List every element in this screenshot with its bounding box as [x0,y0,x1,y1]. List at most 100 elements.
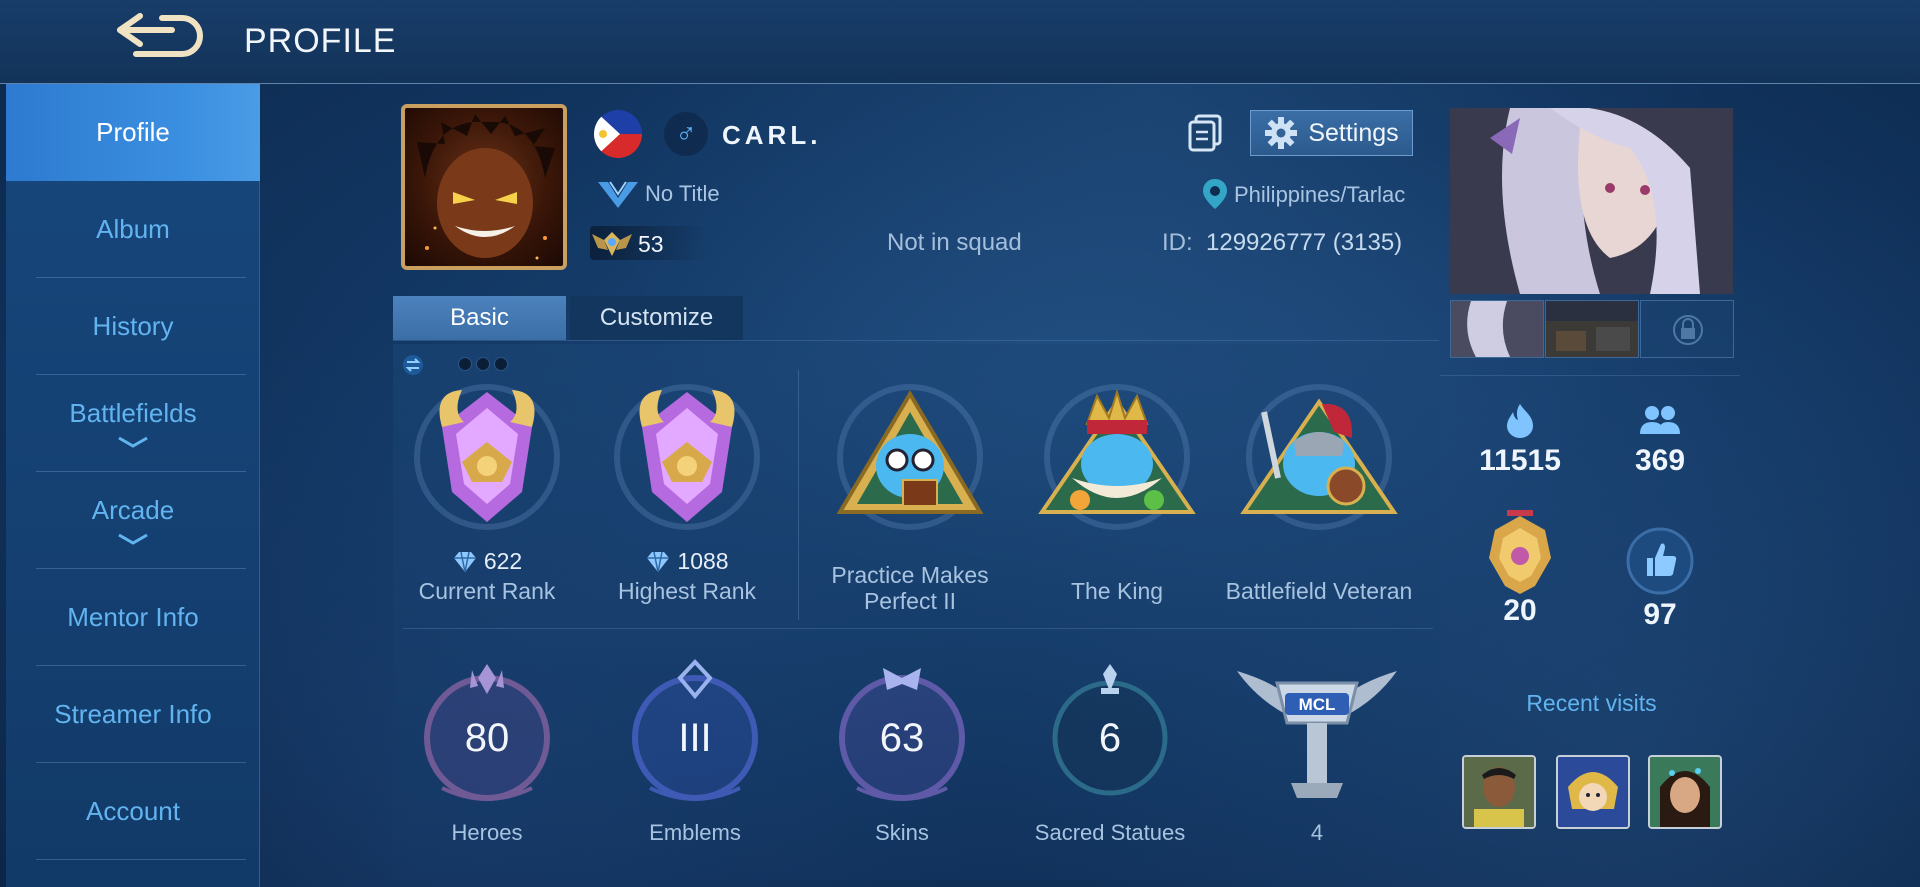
mythic-rank-badge-icon [414,384,560,530]
visitor-photo-image [1650,757,1720,827]
cover-art-image [1450,108,1733,294]
squad-status: Not in squad [887,229,1022,256]
player-id: 129926777 (3135) [1206,229,1403,256]
skins-stat[interactable]: 63 Skins [817,658,987,858]
diamond-icon [453,551,476,572]
player-title: No Title [645,181,720,206]
friends-icon [1640,406,1680,434]
likes-value: 97 [1643,598,1677,631]
current-rank-label: Current Rank [418,578,556,604]
sidebar: Profile Album History Battlefields Arcad… [6,84,260,887]
sidebar-item-label: Account [86,796,180,826]
title-icon [598,181,638,208]
location-pin-icon [1203,179,1227,209]
popularity-stat[interactable]: 11515 [1460,402,1580,478]
scholar-achievement-icon [836,384,984,530]
sidebar-item-label: Streamer Info [54,699,212,729]
divider [36,859,246,860]
sidebar-item-streamer-info[interactable]: Streamer Info [6,666,260,763]
gear-icon [1265,117,1298,149]
profile-cover-image[interactable] [1450,108,1733,294]
sidebar-item-label: Profile [96,117,170,147]
copy-icon [1188,114,1222,152]
header-bar: PROFILE [0,0,1920,84]
settings-button[interactable]: Settings [1250,110,1413,156]
visitor-avatar[interactable] [1556,755,1630,829]
likes-stat[interactable]: 97 [1600,526,1720,632]
sacred-statues-stat[interactable]: 6 Sacred Statues [1025,658,1195,858]
divider [403,628,1433,629]
recent-visits-title: Recent visits [1526,690,1657,716]
sidebar-item-account[interactable]: Account [6,763,260,860]
medal-icon [1489,510,1551,594]
tab-underline [393,340,1439,341]
cover-thumb[interactable] [1545,300,1639,358]
page-dot [458,357,472,371]
current-rank-points: 622 [392,548,582,575]
player-location: Philippines/Tarlac [1234,182,1406,207]
chevron-down-icon [118,436,148,448]
thumbs-up-icon [1626,527,1694,595]
highest-rank-item[interactable]: 1088 Highest Rank [592,382,782,622]
visitor-photo-image [1464,757,1534,827]
back-arrow-icon [117,13,203,57]
emblems-level: III [678,716,712,760]
achievement-label: Battlefield Veteran [1225,578,1413,604]
sidebar-item-label: Arcade [91,495,175,525]
page-dot [494,357,508,371]
sidebar-item-profile[interactable]: Profile [6,84,260,181]
sidebar-item-label: Battlefields [69,398,197,428]
friends-value: 369 [1634,444,1686,477]
achievement-the-king[interactable]: The King [1022,382,1212,622]
achievement-label: Practice Makes Perfect II [831,562,989,614]
sidebar-item-label: Album [96,214,170,244]
player-name: CARL. [722,120,822,150]
skins-count: 63 [879,716,925,760]
swap-icon[interactable] [402,354,424,376]
emblems-label: Emblems [649,820,741,845]
settings-label: Settings [1308,118,1399,147]
cover-thumb-locked[interactable] [1640,300,1734,358]
mcl-trophy-icon: MCL [1237,671,1397,798]
sidebar-item-mentor-info[interactable]: Mentor Info [6,569,260,666]
veteran-achievement-icon [1240,384,1398,530]
sidebar-item-album[interactable]: Album [6,181,260,278]
sacred-statues-label: Sacred Statues [1034,820,1186,845]
divider [1440,375,1740,376]
sidebar-item-battlefields[interactable]: Battlefields [6,375,260,472]
king-achievement-icon [1038,384,1196,530]
achievement-practice[interactable]: Practice Makes Perfect II [815,382,1005,622]
medal-stat[interactable]: 20 [1460,508,1580,628]
level-wings-icon [592,232,632,256]
sidebar-item-arcade[interactable]: Arcade [6,472,260,569]
country-flag-icon [594,110,642,158]
back-button[interactable] [110,10,206,70]
heroes-stat[interactable]: 80 Heroes [402,658,572,858]
cover-thumb-image [1451,301,1543,357]
friends-stat[interactable]: 369 [1600,402,1720,478]
medal-value: 20 [1503,594,1537,627]
cover-thumb[interactable] [1450,300,1544,358]
player-avatar[interactable] [401,104,567,270]
mcl-stat[interactable]: MCL 4 [1232,658,1402,858]
achievement-battlefield-veteran[interactable]: Battlefield Veteran [1224,382,1414,622]
achievement-label: The King [1070,578,1164,604]
visitor-avatar[interactable] [1462,755,1536,829]
id-label: ID: [1162,229,1193,256]
album-button[interactable] [1186,112,1226,152]
player-level: 53 [638,231,664,257]
sidebar-item-label: History [92,311,174,341]
sacred-statues-count: 6 [1098,716,1122,760]
visitor-hero-image [1558,757,1628,827]
emblems-stat[interactable]: III Emblems [610,658,780,858]
heroes-count: 80 [464,716,510,760]
tab-customize[interactable]: Customize [570,296,743,340]
tab-basic[interactable]: Basic [393,296,566,340]
mcl-logo-text: MCL [1299,695,1336,714]
page-indicator [458,357,508,371]
visitor-avatar[interactable] [1648,755,1722,829]
sidebar-item-history[interactable]: History [6,278,260,375]
sidebar-item-label: Mentor Info [67,602,199,632]
highest-rank-points: 1088 [592,548,782,575]
current-rank-item[interactable]: 622 Current Rank [392,382,582,622]
